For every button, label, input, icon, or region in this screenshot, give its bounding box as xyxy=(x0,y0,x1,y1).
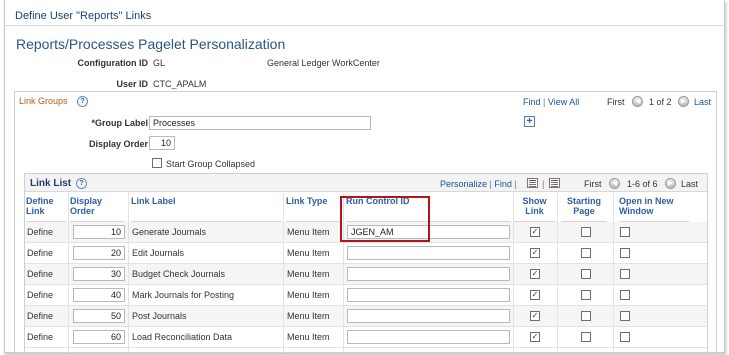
link-list-header: Link List ? Personalize | Find | | First… xyxy=(25,174,707,192)
run-control-highlight xyxy=(340,196,430,242)
link-type: Menu Item xyxy=(287,269,330,279)
starting-page-checkbox[interactable] xyxy=(581,332,591,342)
display-order-input[interactable] xyxy=(73,246,125,260)
link-groups-pager: 1 of 2 xyxy=(649,97,672,107)
last-label: Last xyxy=(681,179,699,189)
start-collapsed-checkbox[interactable] xyxy=(152,158,162,168)
show-link-checkbox[interactable]: ✓ xyxy=(530,269,540,279)
user-id-value: CTC_APALM xyxy=(153,79,207,89)
link-list-title: Link List xyxy=(30,178,72,189)
configuration-id-label: Configuration ID xyxy=(77,58,149,68)
define-link[interactable]: Define xyxy=(27,311,53,321)
run-control-id-input[interactable] xyxy=(347,288,510,302)
col-starting-page: Starting Page xyxy=(561,193,607,222)
link-type: Menu Item xyxy=(287,227,330,237)
open-new-window-checkbox[interactable] xyxy=(620,269,630,279)
starting-page-checkbox[interactable] xyxy=(581,311,591,321)
show-link-checkbox[interactable]: ✓ xyxy=(530,290,540,300)
title-divider xyxy=(4,25,725,26)
starting-page-checkbox[interactable] xyxy=(581,227,591,237)
view-grid-icon[interactable] xyxy=(527,178,538,188)
link-label: Budget Check Journals xyxy=(132,269,226,279)
define-link[interactable]: Define xyxy=(27,332,53,342)
personalize-link[interactable]: Personalize xyxy=(440,179,487,189)
open-new-window-checkbox[interactable] xyxy=(620,332,630,342)
user-id-label: User ID xyxy=(116,79,148,89)
find-link[interactable]: Find xyxy=(494,179,512,189)
col-open-new-window: Open in New Window xyxy=(619,193,689,222)
first-label: First xyxy=(607,97,625,107)
show-link-checkbox[interactable]: ✓ xyxy=(530,332,540,342)
last-link[interactable]: Last xyxy=(694,97,711,107)
link-label: Generate Journals xyxy=(132,227,207,237)
open-new-window-checkbox[interactable] xyxy=(620,227,630,237)
next-arrow-icon[interactable]: ▶ xyxy=(678,96,689,107)
link-type: Menu Item xyxy=(287,290,330,300)
show-link-checkbox[interactable]: ✓ xyxy=(530,248,540,258)
link-groups-title: Link Groups xyxy=(19,96,68,106)
define-link[interactable]: Define xyxy=(27,248,53,258)
add-row-button[interactable]: + xyxy=(524,116,535,127)
run-control-id-input[interactable] xyxy=(347,309,510,323)
page-title: Reports/Processes Pagelet Personalizatio… xyxy=(16,36,286,52)
open-new-window-checkbox[interactable] xyxy=(620,290,630,300)
link-label: Load Reconciliation Data xyxy=(132,332,233,342)
link-groups-header: Link Groups ? Find | View All First ◀ 1 … xyxy=(15,92,716,110)
display-order-label: Display Order xyxy=(88,139,148,149)
link-groups-nav: Find | View All xyxy=(523,97,580,107)
previous-arrow-icon[interactable]: ◀ xyxy=(632,96,643,107)
run-control-id-input[interactable] xyxy=(347,267,510,281)
previous-arrow-icon[interactable]: ◀ xyxy=(609,178,620,189)
col-display-order: Display Order xyxy=(70,193,125,222)
find-link[interactable]: Find xyxy=(523,97,541,107)
configuration-id-value: GL xyxy=(153,58,166,68)
view-all-link[interactable]: View All xyxy=(548,97,579,107)
help-icon[interactable]: ? xyxy=(77,96,88,107)
configuration-description: General Ledger WorkCenter xyxy=(267,58,380,68)
col-link-type: Link Type xyxy=(286,193,341,222)
run-control-id-input[interactable] xyxy=(347,246,510,260)
download-icon[interactable] xyxy=(549,178,560,188)
link-type: Menu Item xyxy=(287,311,330,321)
display-order-input[interactable] xyxy=(73,288,125,302)
display-order-input[interactable] xyxy=(73,267,125,281)
open-new-window-checkbox[interactable] xyxy=(620,248,630,258)
starting-page-checkbox[interactable] xyxy=(581,290,591,300)
group-label-label: *Group Label xyxy=(91,118,148,128)
display-order-input[interactable] xyxy=(73,309,125,323)
link-label: Edit Journals xyxy=(132,248,185,258)
show-link-checkbox[interactable]: ✓ xyxy=(530,311,540,321)
window-title: Define User "Reports" Links xyxy=(15,10,152,22)
link-list-pager: 1-6 of 6 xyxy=(627,179,658,189)
show-link-checkbox[interactable]: ✓ xyxy=(530,227,540,237)
group-label-input[interactable] xyxy=(149,116,371,130)
link-type: Menu Item xyxy=(287,332,330,342)
starting-page-checkbox[interactable] xyxy=(581,248,591,258)
col-define-link: Define Link xyxy=(26,193,66,222)
col-show-link: Show Link xyxy=(514,193,555,222)
first-label: First xyxy=(584,179,602,189)
display-order-input[interactable] xyxy=(73,330,125,344)
display-order-input[interactable] xyxy=(73,225,125,239)
open-new-window-checkbox[interactable] xyxy=(620,311,630,321)
link-label: Mark Journals for Posting xyxy=(132,290,235,300)
define-link[interactable]: Define xyxy=(27,227,53,237)
col-link-label: Link Label xyxy=(131,193,281,222)
starting-page-checkbox[interactable] xyxy=(581,269,591,279)
link-list-nav: Personalize | Find | xyxy=(440,179,517,189)
link-label: Post Journals xyxy=(132,311,187,321)
start-collapsed-label: Start Group Collapsed xyxy=(166,159,256,169)
run-control-id-input[interactable] xyxy=(347,330,510,344)
link-type: Menu Item xyxy=(287,248,330,258)
link-list-help-icon[interactable]: ? xyxy=(76,178,87,189)
next-arrow-icon[interactable]: ▶ xyxy=(665,178,676,189)
display-order-input[interactable] xyxy=(149,136,175,150)
define-link[interactable]: Define xyxy=(27,269,53,279)
define-link[interactable]: Define xyxy=(27,290,53,300)
